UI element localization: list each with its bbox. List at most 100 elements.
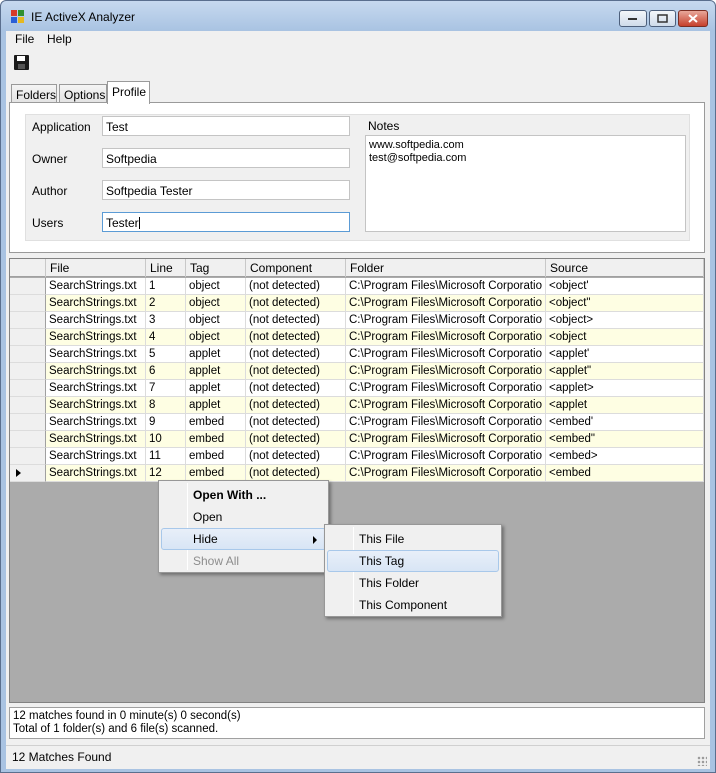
cell-folder[interactable]: C:\Program Files\Microsoft Corporatio	[346, 278, 546, 295]
row-header[interactable]	[10, 465, 46, 482]
cell-tag[interactable]: embed	[186, 448, 246, 465]
cell-tag[interactable]: embed	[186, 431, 246, 448]
cell-folder[interactable]: C:\Program Files\Microsoft Corporatio	[346, 431, 546, 448]
cell-component[interactable]: (not detected)	[246, 397, 346, 414]
cell-line[interactable]: 1	[146, 278, 186, 295]
cell-source[interactable]: <object'	[546, 278, 704, 295]
cell-file[interactable]: SearchStrings.txt	[46, 448, 146, 465]
cell-source[interactable]: <applet	[546, 397, 704, 414]
row-header[interactable]	[10, 380, 46, 397]
cell-tag[interactable]: object	[186, 312, 246, 329]
table-row[interactable]: SearchStrings.txt 3 object (not detected) C:…	[10, 312, 704, 329]
row-header[interactable]	[10, 278, 46, 295]
table-row[interactable]: SearchStrings.txt 5 applet (not detected) C:…	[10, 346, 704, 363]
cell-component[interactable]: (not detected)	[246, 329, 346, 346]
cell-line[interactable]: 2	[146, 295, 186, 312]
column-header-folder[interactable]: Folder	[346, 259, 546, 277]
cell-tag[interactable]: applet	[186, 380, 246, 397]
cell-folder[interactable]: C:\Program Files\Microsoft Corporatio	[346, 414, 546, 431]
cell-line[interactable]: 8	[146, 397, 186, 414]
table-row[interactable]: SearchStrings.txt 6 applet (not detected) C:…	[10, 363, 704, 380]
cell-component[interactable]: (not detected)	[246, 448, 346, 465]
title-bar[interactable]: IE ActiveX Analyzer	[1, 1, 715, 31]
cell-folder[interactable]: C:\Program Files\Microsoft Corporatio	[346, 448, 546, 465]
cell-tag[interactable]: object	[186, 295, 246, 312]
menu-item-open[interactable]: Open	[161, 506, 326, 528]
row-header[interactable]	[10, 295, 46, 312]
cell-folder[interactable]: C:\Program Files\Microsoft Corporatio	[346, 380, 546, 397]
cell-line[interactable]: 7	[146, 380, 186, 397]
submenu-item-this-folder[interactable]: This Folder	[327, 572, 499, 594]
users-field[interactable]: Tester	[102, 212, 350, 232]
cell-folder[interactable]: C:\Program Files\Microsoft Corporatio	[346, 329, 546, 346]
cell-component[interactable]: (not detected)	[246, 414, 346, 431]
cell-component[interactable]: (not detected)	[246, 346, 346, 363]
cell-source[interactable]: <embed"	[546, 431, 704, 448]
submenu-item-this-file[interactable]: This File	[327, 528, 499, 550]
table-row[interactable]: SearchStrings.txt 8 applet (not detected) C:…	[10, 397, 704, 414]
table-row[interactable]: SearchStrings.txt 2 object (not detected) C:…	[10, 295, 704, 312]
column-header-source[interactable]: Source	[546, 259, 704, 277]
cell-file[interactable]: SearchStrings.txt	[46, 363, 146, 380]
row-header[interactable]	[10, 329, 46, 346]
table-row[interactable]: SearchStrings.txt 12 embed (not detected) C:…	[10, 465, 704, 482]
row-header[interactable]	[10, 346, 46, 363]
cell-component[interactable]: (not detected)	[246, 380, 346, 397]
tab-folders[interactable]: Folders	[11, 84, 57, 103]
table-row[interactable]: SearchStrings.txt 9 embed (not detected) C:\…	[10, 414, 704, 431]
cell-component[interactable]: (not detected)	[246, 295, 346, 312]
save-icon[interactable]	[14, 55, 29, 70]
cell-tag[interactable]: applet	[186, 363, 246, 380]
cell-folder[interactable]: C:\Program Files\Microsoft Corporatio	[346, 312, 546, 329]
cell-tag[interactable]: applet	[186, 346, 246, 363]
table-row[interactable]: SearchStrings.txt 4 object (not detected) C:…	[10, 329, 704, 346]
cell-line[interactable]: 6	[146, 363, 186, 380]
minimize-button[interactable]	[619, 10, 647, 27]
cell-line[interactable]: 11	[146, 448, 186, 465]
row-header[interactable]	[10, 431, 46, 448]
cell-component[interactable]: (not detected)	[246, 312, 346, 329]
submenu-item-this-component[interactable]: This Component	[327, 594, 499, 616]
cell-file[interactable]: SearchStrings.txt	[46, 414, 146, 431]
row-header[interactable]	[10, 397, 46, 414]
cell-line[interactable]: 4	[146, 329, 186, 346]
cell-file[interactable]: SearchStrings.txt	[46, 346, 146, 363]
table-row[interactable]: SearchStrings.txt 1 object (not detected) C:…	[10, 278, 704, 295]
cell-file[interactable]: SearchStrings.txt	[46, 380, 146, 397]
cell-tag[interactable]: object	[186, 329, 246, 346]
cell-tag[interactable]: embed	[186, 414, 246, 431]
row-header[interactable]	[10, 363, 46, 380]
column-header-tag[interactable]: Tag	[186, 259, 246, 277]
cell-folder[interactable]: C:\Program Files\Microsoft Corporatio	[346, 363, 546, 380]
cell-line[interactable]: 3	[146, 312, 186, 329]
cell-source[interactable]: <object	[546, 329, 704, 346]
application-field[interactable]: Test	[102, 116, 350, 136]
cell-folder[interactable]: C:\Program Files\Microsoft Corporatio	[346, 346, 546, 363]
cell-file[interactable]: SearchStrings.txt	[46, 312, 146, 329]
menu-item-show-all[interactable]: Show All	[161, 550, 326, 572]
close-button[interactable]	[678, 10, 708, 27]
tab-options[interactable]: Options	[59, 84, 107, 103]
cell-source[interactable]: <embed	[546, 465, 704, 482]
menu-item-hide[interactable]: Hide	[161, 528, 326, 550]
cell-folder[interactable]: C:\Program Files\Microsoft Corporatio	[346, 295, 546, 312]
maximize-button[interactable]	[649, 10, 676, 27]
column-header-component[interactable]: Component	[246, 259, 346, 277]
cell-file[interactable]: SearchStrings.txt	[46, 278, 146, 295]
cell-source[interactable]: <object>	[546, 312, 704, 329]
cell-source[interactable]: <embed>	[546, 448, 704, 465]
cell-source[interactable]: <embed'	[546, 414, 704, 431]
table-row[interactable]: SearchStrings.txt 10 embed (not detected) C:…	[10, 431, 704, 448]
cell-source[interactable]: <applet'	[546, 346, 704, 363]
resize-grip[interactable]	[697, 756, 707, 766]
tab-profile[interactable]: Profile	[107, 81, 150, 104]
owner-field[interactable]: Softpedia	[102, 148, 350, 168]
row-header[interactable]	[10, 448, 46, 465]
cell-line[interactable]: 10	[146, 431, 186, 448]
cell-file[interactable]: SearchStrings.txt	[46, 465, 146, 482]
cell-file[interactable]: SearchStrings.txt	[46, 397, 146, 414]
cell-component[interactable]: (not detected)	[246, 431, 346, 448]
cell-folder[interactable]: C:\Program Files\Microsoft Corporatio	[346, 465, 546, 482]
cell-line[interactable]: 5	[146, 346, 186, 363]
author-field[interactable]: Softpedia Tester	[102, 180, 350, 200]
